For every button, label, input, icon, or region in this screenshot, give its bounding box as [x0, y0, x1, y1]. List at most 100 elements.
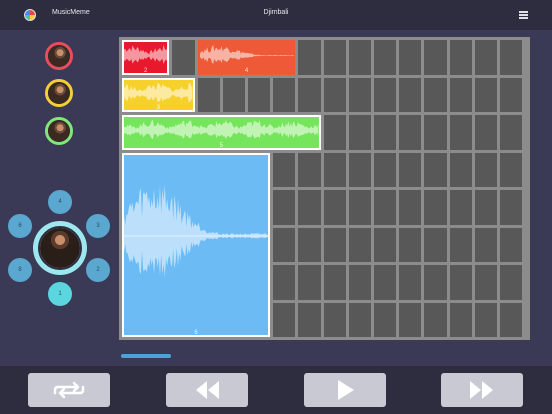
empty-cell[interactable]	[399, 190, 422, 225]
fast-forward-button[interactable]	[441, 373, 523, 407]
empty-cell[interactable]	[500, 115, 523, 150]
clip-4[interactable]: 4	[197, 40, 296, 75]
empty-cell[interactable]	[474, 40, 497, 75]
pad-2-button[interactable]: 2	[86, 258, 110, 282]
playback-progress-bar[interactable]	[121, 354, 171, 358]
pad-4-button[interactable]: 4	[48, 190, 72, 214]
empty-cell[interactable]	[348, 77, 371, 112]
pad-1-button[interactable]: 1	[48, 282, 72, 306]
pad-8-button[interactable]: 8	[8, 258, 32, 282]
empty-cell[interactable]	[474, 265, 497, 300]
empty-cell[interactable]	[323, 227, 346, 262]
empty-cell[interactable]	[500, 302, 523, 337]
empty-cell[interactable]	[273, 190, 296, 225]
empty-cell[interactable]	[399, 115, 422, 150]
empty-cell[interactable]	[323, 152, 346, 187]
pad-6-button[interactable]: 6	[8, 214, 32, 238]
empty-cell[interactable]	[348, 190, 371, 225]
empty-cell[interactable]	[323, 265, 346, 300]
empty-cell[interactable]	[474, 115, 497, 150]
empty-cell[interactable]	[374, 40, 397, 75]
empty-cell[interactable]	[399, 227, 422, 262]
clip-5[interactable]: 5	[122, 115, 321, 150]
empty-cell[interactable]	[399, 77, 422, 112]
empty-cell[interactable]	[273, 227, 296, 262]
empty-cell[interactable]	[348, 152, 371, 187]
empty-cell[interactable]	[273, 302, 296, 337]
center-musician-avatar[interactable]	[38, 226, 82, 270]
empty-cell[interactable]	[298, 152, 321, 187]
empty-cell[interactable]	[298, 302, 321, 337]
empty-cell[interactable]	[500, 152, 523, 187]
empty-cell[interactable]	[449, 77, 472, 112]
loop-button[interactable]	[28, 373, 110, 407]
empty-cell[interactable]	[500, 265, 523, 300]
empty-cell[interactable]	[348, 227, 371, 262]
empty-cell[interactable]	[172, 40, 195, 75]
empty-cell[interactable]	[424, 152, 447, 187]
empty-cell[interactable]	[449, 190, 472, 225]
empty-cell[interactable]	[298, 77, 321, 112]
empty-cell[interactable]	[424, 302, 447, 337]
empty-cell[interactable]	[298, 190, 321, 225]
empty-cell[interactable]	[424, 190, 447, 225]
empty-cell[interactable]	[348, 265, 371, 300]
hamburger-menu-icon[interactable]	[519, 11, 528, 19]
empty-cell[interactable]	[222, 77, 245, 112]
track-green-avatar[interactable]	[45, 117, 73, 145]
empty-cell[interactable]	[348, 40, 371, 75]
empty-cell[interactable]	[323, 302, 346, 337]
empty-cell[interactable]	[374, 77, 397, 112]
empty-cell[interactable]	[273, 77, 296, 112]
empty-cell[interactable]	[474, 77, 497, 112]
empty-cell[interactable]	[374, 302, 397, 337]
empty-cell[interactable]	[374, 190, 397, 225]
empty-cell[interactable]	[399, 302, 422, 337]
empty-cell[interactable]	[298, 265, 321, 300]
empty-cell[interactable]	[374, 227, 397, 262]
empty-cell[interactable]	[500, 40, 523, 75]
empty-cell[interactable]	[348, 302, 371, 337]
play-button[interactable]	[304, 373, 386, 407]
empty-cell[interactable]	[374, 115, 397, 150]
empty-cell[interactable]	[298, 40, 321, 75]
empty-cell[interactable]	[449, 40, 472, 75]
empty-cell[interactable]	[323, 190, 346, 225]
empty-cell[interactable]	[449, 265, 472, 300]
empty-cell[interactable]	[323, 115, 346, 150]
empty-cell[interactable]	[273, 265, 296, 300]
empty-cell[interactable]	[348, 115, 371, 150]
empty-cell[interactable]	[474, 190, 497, 225]
empty-cell[interactable]	[449, 302, 472, 337]
pad-3-button[interactable]: 3	[86, 214, 110, 238]
clip-6[interactable]: 6	[122, 152, 271, 337]
empty-cell[interactable]	[399, 265, 422, 300]
empty-cell[interactable]	[248, 77, 271, 112]
track-yellow-avatar[interactable]	[45, 79, 73, 107]
empty-cell[interactable]	[500, 190, 523, 225]
empty-cell[interactable]	[424, 77, 447, 112]
empty-cell[interactable]	[273, 152, 296, 187]
empty-cell[interactable]	[449, 152, 472, 187]
empty-cell[interactable]	[500, 227, 523, 262]
empty-cell[interactable]	[424, 115, 447, 150]
empty-cell[interactable]	[399, 40, 422, 75]
empty-cell[interactable]	[323, 77, 346, 112]
empty-cell[interactable]	[500, 77, 523, 112]
empty-cell[interactable]	[424, 265, 447, 300]
empty-cell[interactable]	[374, 152, 397, 187]
empty-cell[interactable]	[474, 227, 497, 262]
empty-cell[interactable]	[197, 77, 220, 112]
empty-cell[interactable]	[474, 302, 497, 337]
clip-2[interactable]: 2	[122, 40, 170, 75]
empty-cell[interactable]	[449, 115, 472, 150]
rewind-button[interactable]	[166, 373, 248, 407]
empty-cell[interactable]	[474, 152, 497, 187]
empty-cell[interactable]	[323, 40, 346, 75]
empty-cell[interactable]	[399, 152, 422, 187]
track-red-avatar[interactable]	[45, 42, 73, 70]
empty-cell[interactable]	[374, 265, 397, 300]
empty-cell[interactable]	[449, 227, 472, 262]
empty-cell[interactable]	[298, 227, 321, 262]
empty-cell[interactable]	[424, 40, 447, 75]
